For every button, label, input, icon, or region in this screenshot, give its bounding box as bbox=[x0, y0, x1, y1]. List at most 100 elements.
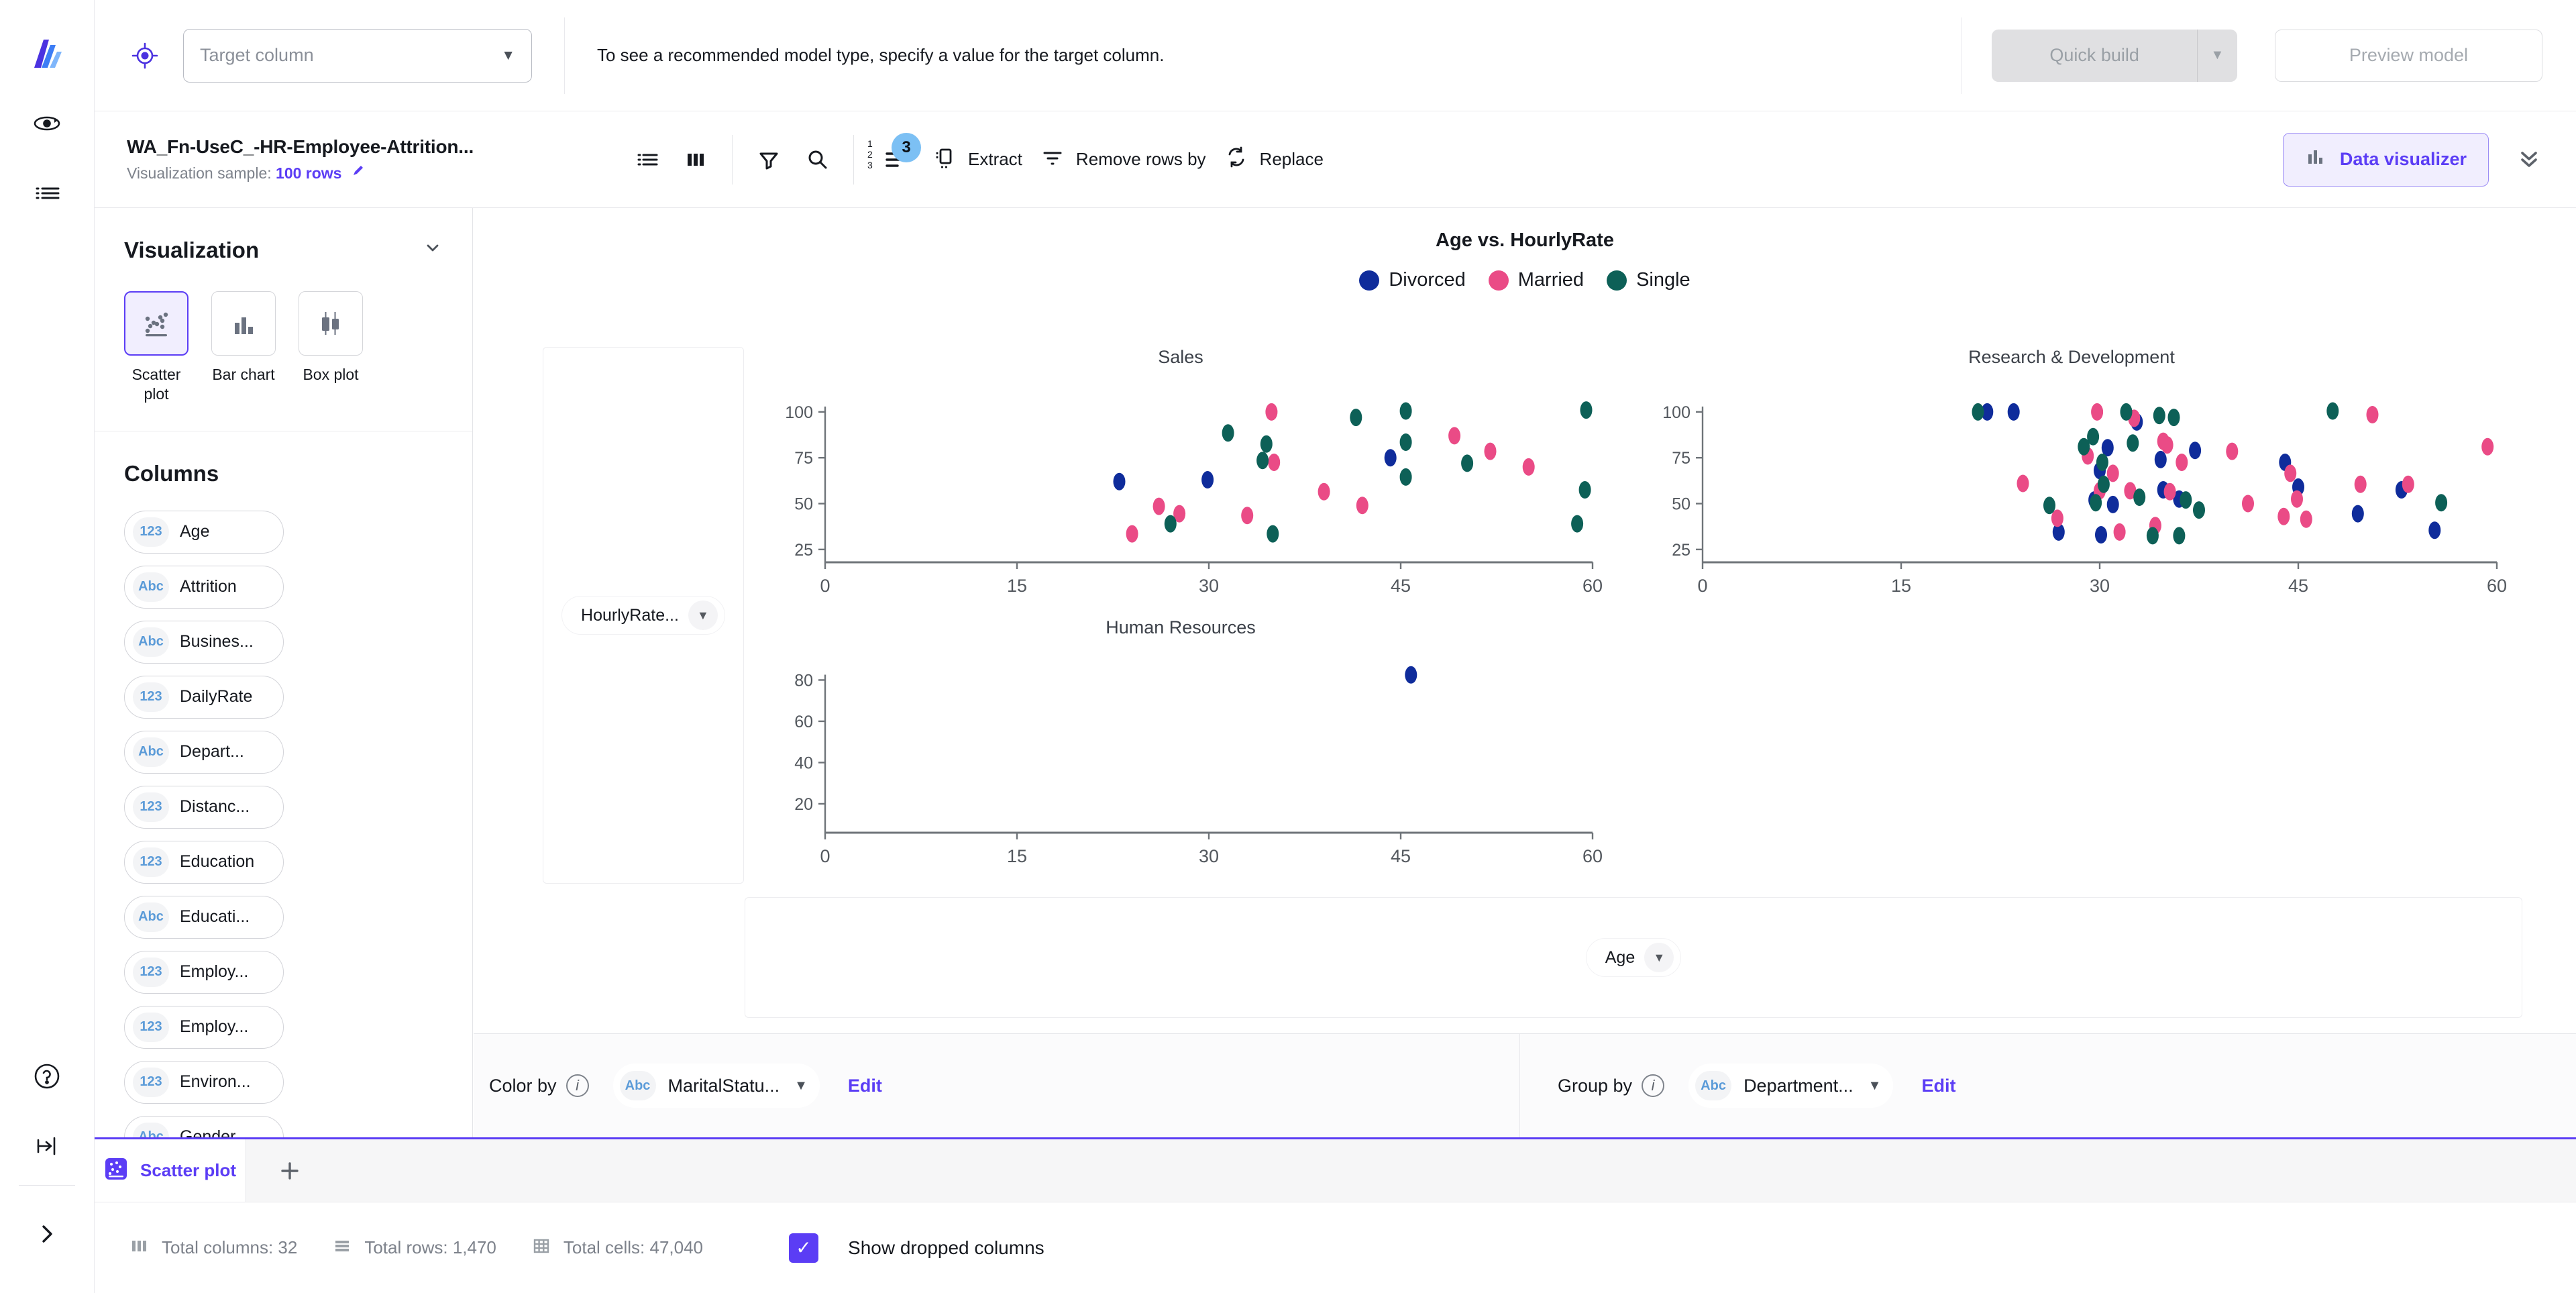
list-view-icon[interactable] bbox=[623, 136, 672, 184]
scatter-point[interactable] bbox=[1972, 403, 1984, 421]
scatter-point[interactable] bbox=[2106, 495, 2119, 513]
scatter-point[interactable] bbox=[2180, 491, 2192, 509]
scatter-point[interactable] bbox=[2096, 454, 2108, 471]
scatter-point[interactable] bbox=[1484, 442, 1497, 460]
scatter-point[interactable] bbox=[1399, 433, 1412, 451]
scatter-point[interactable] bbox=[2120, 403, 2133, 421]
scatter-point[interactable] bbox=[1448, 427, 1461, 445]
extract-button[interactable]: Extract bbox=[932, 145, 1022, 174]
replace-button[interactable]: Replace bbox=[1224, 145, 1324, 174]
scatter-point[interactable] bbox=[2326, 402, 2339, 420]
scatter-point[interactable] bbox=[2146, 527, 2159, 545]
scatter-point[interactable] bbox=[1350, 409, 1362, 427]
column-pill[interactable]: Abc Educati... bbox=[124, 895, 284, 939]
scatter-point[interactable] bbox=[2189, 442, 2202, 460]
model-icon[interactable] bbox=[25, 102, 68, 145]
scatter-point[interactable] bbox=[2481, 437, 2494, 456]
scatter-point[interactable] bbox=[2173, 527, 2186, 545]
column-view-icon[interactable] bbox=[672, 136, 720, 184]
column-pill[interactable]: 123 Education bbox=[124, 840, 284, 884]
scatter-point[interactable] bbox=[1222, 424, 1234, 442]
exit-icon[interactable] bbox=[25, 1125, 68, 1168]
scatter-point[interactable] bbox=[2043, 497, 2055, 515]
group-by-edit-link[interactable]: Edit bbox=[1921, 1076, 1955, 1096]
scatter-point[interactable] bbox=[1571, 515, 1584, 533]
expand-right-icon[interactable] bbox=[25, 1212, 68, 1255]
scatter-point[interactable] bbox=[2291, 490, 2303, 508]
scatter-point[interactable] bbox=[2087, 427, 2100, 446]
info-icon[interactable]: i bbox=[1642, 1074, 1665, 1097]
scatter-point[interactable] bbox=[2091, 403, 2104, 421]
scatter-point[interactable] bbox=[2226, 442, 2239, 460]
viz-option-bar-chart[interactable]: Bar chart bbox=[211, 291, 276, 404]
color-by-edit-link[interactable]: Edit bbox=[848, 1076, 882, 1096]
scatter-point[interactable] bbox=[2154, 450, 2167, 468]
legend-item[interactable]: Single bbox=[1607, 269, 1690, 291]
scatter-point[interactable] bbox=[2167, 409, 2180, 427]
scatter-point[interactable] bbox=[1241, 507, 1254, 525]
scatter-point[interactable] bbox=[2242, 495, 2254, 513]
scatter-point[interactable] bbox=[2351, 505, 2364, 523]
scatter-point[interactable] bbox=[2366, 406, 2379, 423]
scatter-point[interactable] bbox=[2402, 475, 2414, 493]
column-pill[interactable]: 123 Environ... bbox=[124, 1060, 284, 1104]
search-icon[interactable] bbox=[793, 136, 841, 184]
scatter-point[interactable] bbox=[2176, 454, 2188, 471]
quick-build-button[interactable]: Quick build bbox=[1992, 29, 2197, 82]
list-icon[interactable] bbox=[25, 172, 68, 215]
group-by-select[interactable]: Abc Department... ▼ bbox=[1688, 1064, 1894, 1108]
legend-item[interactable]: Divorced bbox=[1359, 269, 1466, 291]
scatter-point[interactable] bbox=[2435, 494, 2448, 512]
scatter-point[interactable] bbox=[1164, 515, 1177, 533]
column-pill[interactable]: 123 Employ... bbox=[124, 1005, 284, 1049]
scatter-point[interactable] bbox=[2163, 482, 2176, 501]
scatter-point[interactable] bbox=[1461, 454, 1474, 472]
scatter-point[interactable] bbox=[1318, 482, 1330, 501]
scatter-point[interactable] bbox=[2133, 488, 2146, 506]
show-dropped-columns-checkbox[interactable]: ✓ bbox=[789, 1233, 819, 1263]
scatter-point[interactable] bbox=[2300, 510, 2312, 528]
scatter-point[interactable] bbox=[1152, 497, 1165, 515]
column-pill[interactable]: 123 Employ... bbox=[124, 950, 284, 994]
scatter-point[interactable] bbox=[2277, 507, 2290, 525]
quick-build-caret-icon[interactable]: ▼ bbox=[2196, 29, 2237, 82]
scatter-point[interactable] bbox=[1580, 401, 1593, 419]
viz-option-box-plot[interactable]: Box plot bbox=[299, 291, 363, 404]
scatter-point[interactable] bbox=[1113, 472, 1126, 490]
color-by-select[interactable]: Abc MaritalStatu... ▼ bbox=[612, 1064, 820, 1108]
column-pill[interactable]: 123 Distanc... bbox=[124, 785, 284, 829]
scatter-point[interactable] bbox=[1384, 449, 1397, 467]
preview-model-button[interactable]: Preview model bbox=[2274, 29, 2542, 82]
scatter-point[interactable] bbox=[2284, 464, 2297, 482]
chevron-down-icon[interactable] bbox=[423, 238, 443, 263]
edit-pencil-icon[interactable] bbox=[352, 164, 366, 183]
scatter-point[interactable] bbox=[2127, 434, 2139, 452]
help-icon[interactable] bbox=[25, 1055, 68, 1098]
viz-option-scatter-plot[interactable]: Scatter plot bbox=[124, 291, 189, 404]
scatter-point[interactable] bbox=[1267, 525, 1279, 543]
scatter-point[interactable] bbox=[1126, 525, 1138, 543]
remove-rows-by-button[interactable]: Remove rows by bbox=[1040, 145, 1206, 174]
scatter-point[interactable] bbox=[2090, 494, 2102, 512]
target-column-select[interactable]: Target column ▼ bbox=[183, 28, 532, 83]
scatter-point[interactable] bbox=[1201, 471, 1214, 488]
scatter-point[interactable] bbox=[2017, 474, 2029, 493]
scatter-point[interactable] bbox=[1268, 454, 1281, 471]
column-pill[interactable]: Abc Busines... bbox=[124, 620, 284, 664]
scatter-point[interactable] bbox=[2153, 407, 2165, 425]
data-visualizer-button[interactable]: Data visualizer bbox=[2282, 132, 2489, 187]
scatter-point[interactable] bbox=[1256, 452, 1269, 470]
info-icon[interactable]: i bbox=[566, 1074, 589, 1097]
x-axis-selector[interactable]: Age ▼ bbox=[1585, 938, 1682, 977]
scatter-point[interactable] bbox=[1522, 458, 1535, 476]
scatter-point[interactable] bbox=[1399, 468, 1412, 486]
scatter-point[interactable] bbox=[2095, 526, 2107, 544]
sample-rows-link[interactable]: 100 rows bbox=[276, 164, 341, 182]
legend-item[interactable]: Married bbox=[1488, 269, 1584, 291]
column-pill[interactable]: Abc Gender bbox=[124, 1115, 284, 1137]
y-axis-selector[interactable]: HourlyRate... ▼ bbox=[561, 596, 725, 635]
scatter-point[interactable] bbox=[2113, 523, 2126, 541]
scatter-point[interactable] bbox=[1356, 497, 1368, 515]
scatter-point[interactable] bbox=[2097, 475, 2110, 493]
scatter-point[interactable] bbox=[2428, 521, 2441, 539]
